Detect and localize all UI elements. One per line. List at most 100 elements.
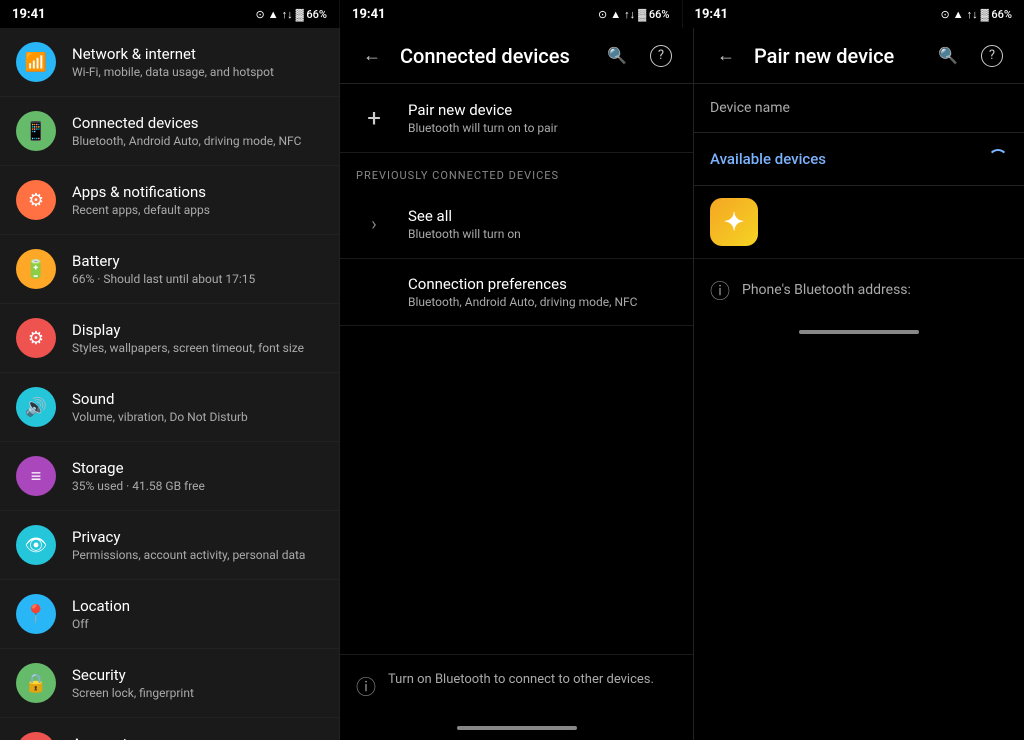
pair-device-header: ← Pair new device 🔍 ? — [694, 28, 1024, 84]
signal-icon-2: ↑↓ — [624, 8, 635, 21]
bluetooth-device-icon: ✦ — [710, 198, 758, 246]
bluetooth-info-section: ⓘ Turn on Bluetooth to connect to other … — [340, 654, 693, 716]
sim-icon-2: ⊙ — [598, 8, 607, 21]
connection-prefs-title: Connection preferences — [408, 275, 677, 293]
help-button-pair[interactable]: ? — [976, 40, 1008, 72]
battery-icon: ▓ 66% — [296, 8, 327, 21]
back-icon: ← — [363, 45, 381, 66]
see-all-text: See all Bluetooth will turn on — [408, 207, 677, 241]
status-bar-panel1: 19:41 ⊙ ▲ ↑↓ ▓ 66% — [0, 0, 340, 28]
see-all-item[interactable]: › See all Bluetooth will turn on — [340, 190, 693, 259]
settings-title-security: Security — [72, 666, 323, 684]
pair-new-device-item[interactable]: + Pair new device Bluetooth will turn on… — [340, 84, 693, 153]
main-content: 📶 Network & internet Wi-Fi, mobile, data… — [0, 28, 1024, 740]
connection-prefs-subtitle: Bluetooth, Android Auto, driving mode, N… — [408, 295, 677, 309]
settings-item-connected[interactable]: 📱 Connected devices Bluetooth, Android A… — [0, 97, 339, 166]
settings-title-display: Display — [72, 321, 323, 339]
settings-text-network: Network & internet Wi-Fi, mobile, data u… — [72, 45, 323, 79]
info-icon-pair: ⓘ — [710, 275, 730, 304]
settings-text-location: Location Off — [72, 597, 323, 631]
settings-item-accounts[interactable]: 👤 Accounts WhatsApp, Google, and Duo — [0, 718, 339, 740]
status-icons-2: ⊙ ▲ ↑↓ ▓ 66% — [598, 8, 669, 21]
search-button-connected[interactable]: 🔍 — [601, 40, 633, 72]
settings-subtitle-privacy: Permissions, account activity, personal … — [72, 548, 323, 562]
info-icon: ⓘ — [356, 671, 376, 700]
back-button-pair[interactable]: ← — [710, 40, 742, 72]
settings-symbol-storage: ≡ — [31, 466, 42, 487]
settings-title-privacy: Privacy — [72, 528, 323, 546]
settings-text-security: Security Screen lock, fingerprint — [72, 666, 323, 700]
bluetooth-device-placeholder[interactable]: ✦ — [694, 186, 1024, 259]
status-bar-panel2: 19:41 ⊙ ▲ ↑↓ ▓ 66% — [340, 0, 683, 28]
settings-title-battery: Battery — [72, 252, 323, 270]
signal-icon: ↑↓ — [282, 8, 293, 21]
settings-subtitle-sound: Volume, vibration, Do Not Disturb — [72, 410, 323, 424]
settings-icon-connected: 📱 — [16, 111, 56, 151]
sim-icon: ⊙ — [256, 8, 265, 21]
settings-item-network[interactable]: 📶 Network & internet Wi-Fi, mobile, data… — [0, 28, 339, 97]
back-button-connected[interactable]: ← — [356, 40, 388, 72]
settings-icon-apps: ⚙ — [16, 180, 56, 220]
plus-icon: + — [356, 100, 392, 136]
settings-subtitle-location: Off — [72, 617, 323, 631]
bluetooth-symbol: ✦ — [724, 208, 744, 236]
settings-icon-security: 🔒 — [16, 663, 56, 703]
nav-bar-pair — [694, 320, 1024, 344]
settings-item-sound[interactable]: 🔊 Sound Volume, vibration, Do Not Distur… — [0, 373, 339, 442]
settings-symbol-privacy: 👁 — [25, 535, 48, 556]
search-icon: 🔍 — [607, 46, 627, 65]
status-icons-1: ⊙ ▲ ↑↓ ▓ 66% — [256, 8, 327, 21]
settings-icon-location: 📍 — [16, 594, 56, 634]
connection-prefs-item[interactable]: Connection preferences Bluetooth, Androi… — [340, 259, 693, 326]
settings-item-security[interactable]: 🔒 Security Screen lock, fingerprint — [0, 649, 339, 718]
settings-icon-privacy: 👁 — [16, 525, 56, 565]
settings-title-sound: Sound — [72, 390, 323, 408]
settings-symbol-network: 📶 — [25, 52, 47, 73]
settings-item-display[interactable]: ⚙ Display Styles, wallpapers, screen tim… — [0, 304, 339, 373]
settings-item-apps[interactable]: ⚙ Apps & notifications Recent apps, defa… — [0, 166, 339, 235]
connected-devices-header: ← Connected devices 🔍 ? — [340, 28, 693, 84]
settings-subtitle-security: Screen lock, fingerprint — [72, 686, 323, 700]
settings-item-storage[interactable]: ≡ Storage 35% used · 41.58 GB free — [0, 442, 339, 511]
settings-icon-battery: 🔋 — [16, 249, 56, 289]
settings-text-privacy: Privacy Permissions, account activity, p… — [72, 528, 323, 562]
settings-subtitle-display: Styles, wallpapers, screen timeout, font… — [72, 341, 323, 355]
device-name-section: Device name — [694, 84, 1024, 133]
nav-bar-line — [457, 726, 577, 730]
previously-connected-label: PREVIOUSLY CONNECTED DEVICES — [340, 153, 693, 190]
search-button-pair[interactable]: 🔍 — [932, 40, 964, 72]
status-time-3: 19:41 — [695, 7, 729, 22]
settings-icon-display: ⚙ — [16, 318, 56, 358]
pair-new-device-text: Pair new device Bluetooth will turn on t… — [408, 101, 677, 135]
search-icon-pair: 🔍 — [938, 46, 958, 65]
settings-title-accounts: Accounts — [72, 735, 323, 740]
settings-subtitle-apps: Recent apps, default apps — [72, 203, 323, 217]
nav-bar-line-pair — [799, 330, 919, 334]
bluetooth-info-text: Turn on Bluetooth to connect to other de… — [388, 671, 654, 689]
settings-text-storage: Storage 35% used · 41.58 GB free — [72, 459, 323, 493]
settings-item-battery[interactable]: 🔋 Battery 66% · Should last until about … — [0, 235, 339, 304]
settings-symbol-location: 📍 — [25, 604, 47, 625]
panel-settings: 📶 Network & internet Wi-Fi, mobile, data… — [0, 28, 340, 740]
connection-prefs-text: Connection preferences Bluetooth, Androi… — [356, 275, 677, 309]
settings-item-location[interactable]: 📍 Location Off — [0, 580, 339, 649]
settings-icon-sound: 🔊 — [16, 387, 56, 427]
status-bar-panel3: 19:41 ⊙ ▲ ↑↓ ▓ 66% — [683, 0, 1024, 28]
nav-bar-connected — [340, 716, 693, 740]
pair-new-device-subtitle: Bluetooth will turn on to pair — [408, 121, 677, 135]
see-all-title: See all — [408, 207, 677, 225]
connected-devices-title: Connected devices — [400, 44, 589, 68]
wifi-icon-2: ▲ — [610, 8, 621, 21]
settings-title-location: Location — [72, 597, 323, 615]
settings-icon-network: 📶 — [16, 42, 56, 82]
pair-new-device-title: Pair new device — [408, 101, 677, 119]
wifi-icon: ▲ — [268, 8, 279, 21]
settings-title-storage: Storage — [72, 459, 323, 477]
status-bar: 19:41 ⊙ ▲ ↑↓ ▓ 66% 19:41 ⊙ ▲ ↑↓ ▓ 66% 19… — [0, 0, 1024, 28]
settings-symbol-security: 🔒 — [25, 673, 47, 694]
wifi-icon-3: ▲ — [953, 8, 964, 21]
status-icons-3: ⊙ ▲ ↑↓ ▓ 66% — [941, 8, 1012, 21]
settings-item-privacy[interactable]: 👁 Privacy Permissions, account activity,… — [0, 511, 339, 580]
help-button-connected[interactable]: ? — [645, 40, 677, 72]
settings-text-display: Display Styles, wallpapers, screen timeo… — [72, 321, 323, 355]
